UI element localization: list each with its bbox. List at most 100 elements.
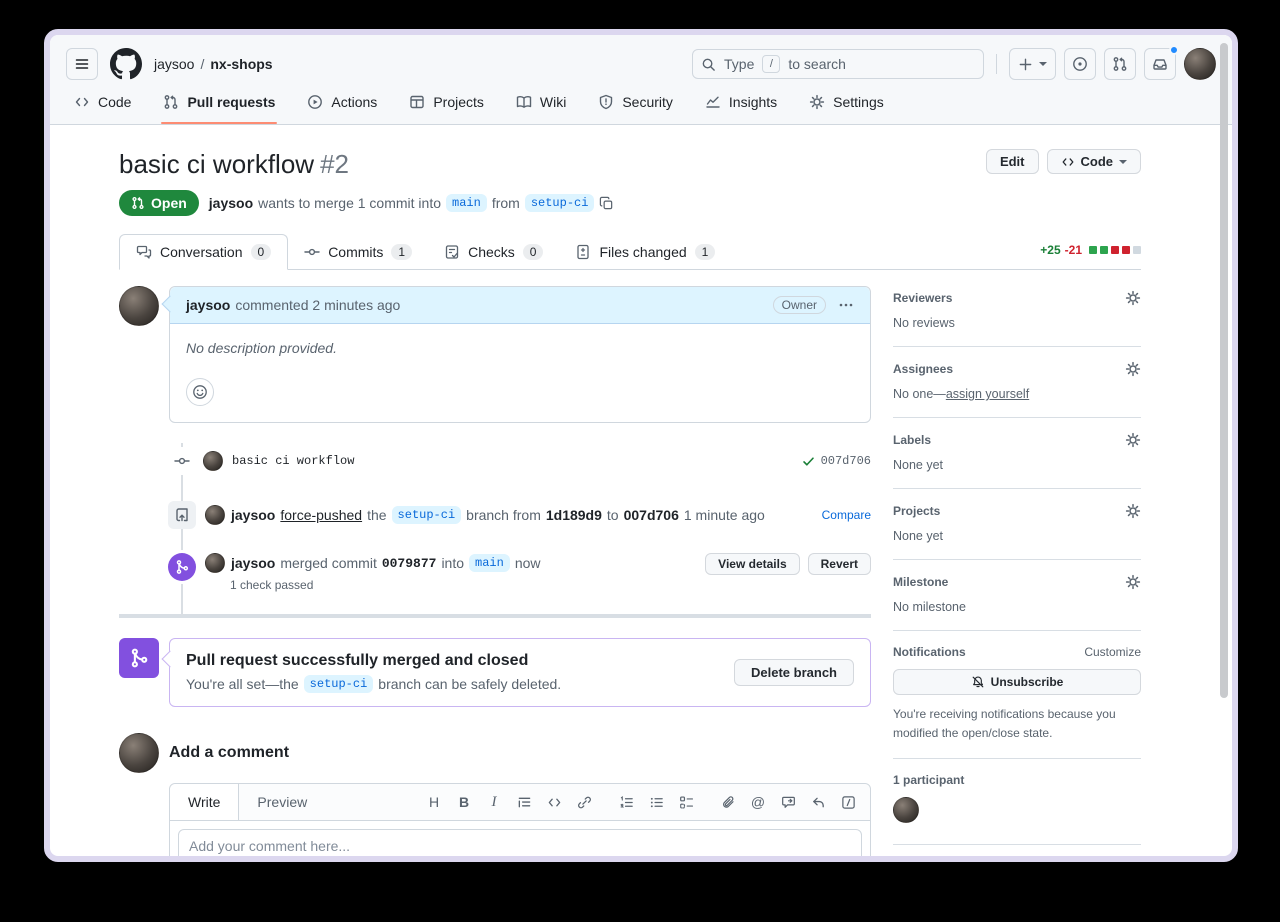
hamburger-menu-button[interactable] bbox=[66, 48, 98, 80]
pr-title: basic ci workflow#2 bbox=[119, 149, 349, 180]
mention-button[interactable]: @ bbox=[744, 788, 772, 816]
participant-avatar[interactable] bbox=[893, 797, 919, 823]
avatar[interactable] bbox=[205, 553, 225, 573]
link-button[interactable] bbox=[570, 788, 598, 816]
tab-files-changed[interactable]: Files changed 1 bbox=[559, 235, 731, 269]
lock-conversation[interactable]: Lock conversation bbox=[893, 859, 1141, 862]
section-value: No reviews bbox=[893, 316, 1141, 330]
tab-preview[interactable]: Preview bbox=[239, 784, 325, 820]
breadcrumb-owner[interactable]: jaysoo bbox=[154, 56, 194, 72]
new-sha[interactable]: 007d706 bbox=[624, 507, 679, 523]
cross-reference-button[interactable] bbox=[774, 788, 802, 816]
add-reaction-button[interactable] bbox=[186, 378, 214, 406]
check-status-note: 1 check passed bbox=[230, 578, 705, 592]
smiley-icon bbox=[192, 384, 208, 400]
avatar[interactable] bbox=[203, 451, 223, 471]
avatar[interactable] bbox=[119, 286, 159, 326]
kebab-menu-icon[interactable] bbox=[838, 297, 854, 313]
issues-button[interactable] bbox=[1064, 48, 1096, 80]
heading-button[interactable]: H bbox=[420, 788, 448, 816]
tab-label: Settings bbox=[833, 94, 884, 110]
section-title: Milestone bbox=[893, 575, 948, 589]
gear-icon[interactable] bbox=[1125, 503, 1141, 519]
copy-icon[interactable] bbox=[599, 196, 614, 211]
tab-conversation[interactable]: Conversation 0 bbox=[119, 234, 288, 270]
tab-actions[interactable]: Actions bbox=[299, 90, 385, 114]
tab-count: 1 bbox=[695, 244, 716, 260]
base-branch-chip[interactable]: main bbox=[446, 194, 487, 212]
head-branch-chip[interactable]: setup-ci bbox=[392, 506, 462, 524]
code-dropdown-button[interactable]: Code bbox=[1047, 149, 1142, 174]
tab-write[interactable]: Write bbox=[170, 784, 239, 820]
assign-yourself-link[interactable]: assign yourself bbox=[946, 387, 1029, 401]
tab-label: Commits bbox=[328, 244, 383, 260]
bullet-list-button[interactable] bbox=[642, 788, 670, 816]
customize-link[interactable]: Customize bbox=[1084, 645, 1141, 659]
head-branch-chip[interactable]: setup-ci bbox=[525, 194, 595, 212]
view-details-button[interactable]: View details bbox=[705, 553, 799, 575]
notification-dot bbox=[1169, 45, 1179, 55]
pr-author[interactable]: jaysoo bbox=[209, 195, 253, 211]
code-button[interactable] bbox=[540, 788, 568, 816]
commit-message-link[interactable]: basic ci workflow bbox=[232, 454, 354, 468]
task-list-button[interactable] bbox=[672, 788, 700, 816]
inbox-button[interactable] bbox=[1144, 48, 1176, 80]
app-header: jaysoo / nx-shops Type / to search bbox=[50, 35, 1232, 125]
gear-icon[interactable] bbox=[1125, 361, 1141, 377]
avatar[interactable] bbox=[205, 505, 225, 525]
github-logo-icon[interactable] bbox=[110, 48, 142, 80]
revert-button[interactable]: Revert bbox=[808, 553, 871, 575]
italic-button[interactable]: I bbox=[480, 788, 508, 816]
diffstat: +25 -21 bbox=[1040, 243, 1141, 257]
comment-input[interactable] bbox=[178, 829, 862, 862]
avatar bbox=[119, 733, 159, 773]
tab-code[interactable]: Code bbox=[66, 90, 139, 114]
old-sha[interactable]: 1d189d9 bbox=[546, 507, 602, 523]
force-pushed-link[interactable]: force-pushed bbox=[280, 507, 362, 523]
section-title: Reviewers bbox=[893, 291, 952, 305]
tab-wiki[interactable]: Wiki bbox=[508, 90, 574, 114]
base-branch-chip[interactable]: main bbox=[469, 554, 510, 572]
attach-file-button[interactable] bbox=[714, 788, 742, 816]
section-value: No milestone bbox=[893, 600, 1141, 614]
bold-button[interactable]: B bbox=[450, 788, 478, 816]
gear-icon[interactable] bbox=[1125, 574, 1141, 590]
tab-security[interactable]: Security bbox=[590, 90, 681, 114]
breadcrumb-repo[interactable]: nx-shops bbox=[210, 56, 272, 72]
tab-settings[interactable]: Settings bbox=[801, 90, 892, 114]
slash-command-button[interactable] bbox=[834, 788, 862, 816]
unsubscribe-button[interactable]: Unsubscribe bbox=[893, 669, 1141, 695]
gear-icon[interactable] bbox=[1125, 432, 1141, 448]
tab-checks[interactable]: Checks 0 bbox=[428, 235, 559, 269]
commit-sha-link[interactable]: 007d706 bbox=[821, 454, 871, 468]
quote-button[interactable] bbox=[510, 788, 538, 816]
tab-commits[interactable]: Commits 1 bbox=[288, 235, 428, 269]
create-new-button[interactable] bbox=[1009, 48, 1056, 80]
comment-meta: commented 2 minutes ago bbox=[235, 297, 400, 313]
edit-button[interactable]: Edit bbox=[986, 149, 1039, 174]
search-input[interactable]: Type / to search bbox=[692, 49, 984, 79]
comment-composer: Write Preview H B I bbox=[169, 783, 871, 862]
numbered-list-button[interactable] bbox=[612, 788, 640, 816]
delete-branch-button[interactable]: Delete branch bbox=[734, 659, 854, 686]
event-author[interactable]: jaysoo bbox=[231, 555, 275, 571]
sidebar-section-reviewers: Reviewers No reviews bbox=[893, 290, 1141, 347]
github-window: jaysoo / nx-shops Type / to search bbox=[44, 29, 1238, 862]
user-avatar[interactable] bbox=[1184, 48, 1216, 80]
gear-icon[interactable] bbox=[1125, 290, 1141, 306]
scrollbar-thumb[interactable] bbox=[1220, 43, 1228, 698]
tab-pull-requests[interactable]: Pull requests bbox=[155, 90, 283, 114]
pull-requests-button[interactable] bbox=[1104, 48, 1136, 80]
tab-insights[interactable]: Insights bbox=[697, 90, 785, 114]
merged-commit-sha[interactable]: 0079877 bbox=[382, 556, 437, 571]
section-title: Assignees bbox=[893, 362, 953, 376]
tab-count: 0 bbox=[523, 244, 544, 260]
event-author[interactable]: jaysoo bbox=[231, 507, 275, 523]
comment-author[interactable]: jaysoo bbox=[186, 297, 230, 313]
head-branch-chip[interactable]: setup-ci bbox=[304, 675, 374, 693]
lock-icon bbox=[893, 859, 907, 862]
reply-button[interactable] bbox=[804, 788, 832, 816]
compare-link[interactable]: Compare bbox=[822, 508, 871, 522]
tab-projects[interactable]: Projects bbox=[401, 90, 492, 114]
pr-status-text: jaysoo wants to merge 1 commit into main… bbox=[209, 194, 615, 212]
